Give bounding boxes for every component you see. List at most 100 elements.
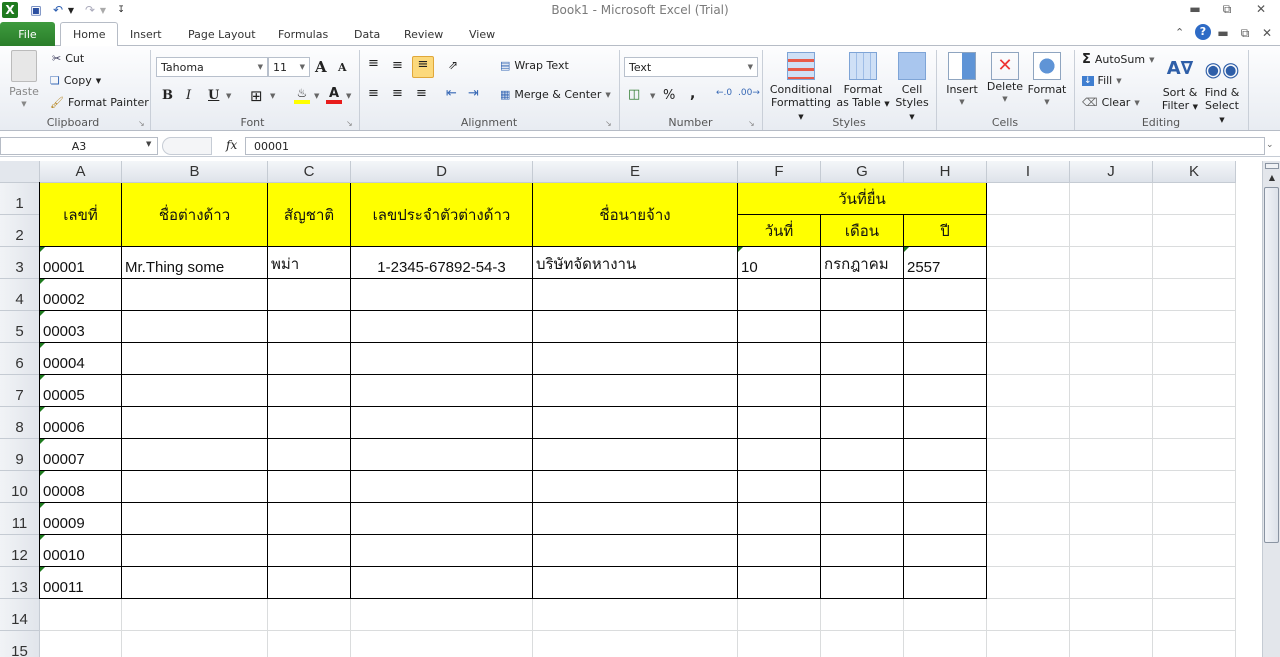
- grid-cell[interactable]: [821, 471, 904, 503]
- row-header-5[interactable]: 5: [0, 311, 40, 343]
- grid-cell[interactable]: [987, 215, 1070, 247]
- format-painter-button[interactable]: 🖌 Format Painter: [50, 96, 149, 109]
- grid-cell[interactable]: [533, 631, 738, 657]
- grid-cell[interactable]: [268, 375, 351, 407]
- grid-cell[interactable]: [821, 567, 904, 599]
- grid-cell[interactable]: [821, 631, 904, 657]
- grid-cell[interactable]: [122, 407, 268, 439]
- grid-cell[interactable]: [1153, 247, 1236, 279]
- row-header-1[interactable]: 1: [0, 183, 40, 215]
- grid-cell[interactable]: [738, 407, 821, 439]
- scroll-up-arrow-icon[interactable]: ▲: [1265, 173, 1279, 185]
- grid-cell[interactable]: [1153, 471, 1236, 503]
- grid-cell[interactable]: [987, 599, 1070, 631]
- grid-cell[interactable]: [1070, 247, 1153, 279]
- grid-cell[interactable]: [821, 503, 904, 535]
- grid-cell[interactable]: [351, 311, 533, 343]
- grid-cell[interactable]: [1070, 279, 1153, 311]
- column-header-g[interactable]: G: [821, 161, 904, 183]
- number-launcher-icon[interactable]: ↘: [748, 119, 755, 128]
- name-box[interactable]: A3: [0, 137, 158, 155]
- grid-cell[interactable]: [904, 599, 987, 631]
- row-header-15[interactable]: 15: [0, 631, 40, 657]
- grid-cell[interactable]: [268, 439, 351, 471]
- grow-font-button[interactable]: A: [315, 58, 327, 76]
- grid-cell[interactable]: [122, 279, 268, 311]
- grid-cell[interactable]: [1070, 183, 1153, 215]
- font-name-select[interactable]: Tahoma ▼: [156, 57, 268, 77]
- formula-input[interactable]: 00001: [245, 137, 1265, 155]
- cut-button[interactable]: ✂ Cut: [52, 52, 84, 65]
- cell-e3[interactable]: บริษัทจัดหางาน: [533, 247, 738, 279]
- grid-cell[interactable]: [268, 599, 351, 631]
- grid-cell[interactable]: [351, 375, 533, 407]
- help-icon[interactable]: ?: [1195, 24, 1211, 40]
- grid-cell[interactable]: [904, 311, 987, 343]
- grid-cell[interactable]: [821, 535, 904, 567]
- italic-button[interactable]: I: [186, 88, 191, 103]
- middle-align-icon[interactable]: ≡: [392, 58, 403, 73]
- cell-g3[interactable]: กรกฎาคม: [821, 247, 904, 279]
- grid-cell[interactable]: [904, 535, 987, 567]
- grid-cell[interactable]: [1070, 343, 1153, 375]
- grid-cell[interactable]: [987, 279, 1070, 311]
- borders-dropdown-icon[interactable]: ▼: [270, 92, 275, 100]
- grid-cell[interactable]: [987, 503, 1070, 535]
- grid-cell[interactable]: [40, 631, 122, 657]
- grid-cell[interactable]: [351, 439, 533, 471]
- grid-cell[interactable]: [1153, 311, 1236, 343]
- grid-cell[interactable]: [821, 343, 904, 375]
- cell-styles-button[interactable]: Cell Styles ▼: [892, 52, 932, 124]
- minimize-workbook-button[interactable]: ▬: [1212, 24, 1234, 42]
- header-cell-c[interactable]: สัญชาติ: [268, 183, 351, 247]
- font-launcher-icon[interactable]: ↘: [346, 119, 353, 128]
- fill-color-icon[interactable]: ♨: [294, 86, 310, 104]
- grid-cell[interactable]: [533, 311, 738, 343]
- grid-cell[interactable]: [987, 439, 1070, 471]
- sort-filter-button[interactable]: A∇ Sort & Filter ▼: [1160, 52, 1200, 114]
- tab-page-layout[interactable]: Page Layout: [176, 22, 268, 46]
- tab-insert[interactable]: Insert: [118, 22, 174, 46]
- cell-d3[interactable]: 1-2345-67892-54-3: [351, 247, 533, 279]
- borders-icon[interactable]: ⊞: [250, 87, 263, 105]
- grid-cell[interactable]: [1153, 407, 1236, 439]
- grid-cell[interactable]: [987, 311, 1070, 343]
- grid-cell[interactable]: [738, 311, 821, 343]
- header-cell-g[interactable]: เดือน: [821, 215, 904, 247]
- format-cells-button[interactable]: Format ▼: [1026, 52, 1068, 109]
- cell-c3[interactable]: พม่า: [268, 247, 351, 279]
- grid-cell[interactable]: [738, 599, 821, 631]
- grid-cell[interactable]: [1153, 599, 1236, 631]
- row-header-6[interactable]: 6: [0, 343, 40, 375]
- grid-cell[interactable]: [122, 471, 268, 503]
- grid-cell[interactable]: [904, 471, 987, 503]
- column-header-e[interactable]: E: [533, 161, 738, 183]
- clipboard-launcher-icon[interactable]: ↘: [138, 119, 145, 128]
- cell-a4[interactable]: 00002: [40, 279, 122, 311]
- row-header-4[interactable]: 4: [0, 279, 40, 311]
- grid-cell[interactable]: [987, 375, 1070, 407]
- cell-f3[interactable]: 10: [738, 247, 821, 279]
- merge-center-button[interactable]: ▦ Merge & Center ▼: [500, 88, 611, 101]
- align-right-icon[interactable]: ≡: [416, 86, 427, 101]
- scroll-thumb[interactable]: [1264, 187, 1279, 543]
- comma-button[interactable]: ,: [690, 86, 695, 102]
- cell-a10[interactable]: 00008: [40, 471, 122, 503]
- grid-cell[interactable]: [533, 503, 738, 535]
- grid-cell[interactable]: [1070, 599, 1153, 631]
- insert-function-button[interactable]: fx: [226, 138, 237, 152]
- column-header-c[interactable]: C: [268, 161, 351, 183]
- grid-cell[interactable]: [738, 279, 821, 311]
- grid-cell[interactable]: [351, 503, 533, 535]
- cell-a13[interactable]: 00011: [40, 567, 122, 599]
- grid-cell[interactable]: [122, 535, 268, 567]
- grid-cell[interactable]: [122, 567, 268, 599]
- header-cell-a[interactable]: เลขที่: [40, 183, 122, 247]
- grid-cell[interactable]: [821, 311, 904, 343]
- orientation-icon[interactable]: ⇗: [448, 58, 458, 72]
- grid-cell[interactable]: [987, 631, 1070, 657]
- grid-cell[interactable]: [738, 343, 821, 375]
- header-cell-f[interactable]: วันที่: [738, 215, 821, 247]
- grid-cell[interactable]: [1153, 503, 1236, 535]
- row-header-9[interactable]: 9: [0, 439, 40, 471]
